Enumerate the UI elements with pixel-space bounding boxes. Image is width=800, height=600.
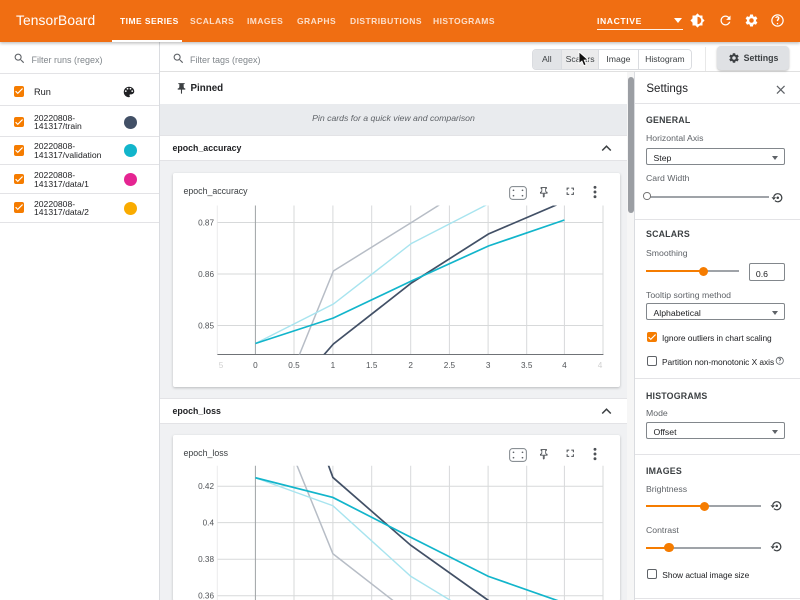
svg-text:2: 2 — [408, 361, 413, 370]
svg-text:3: 3 — [485, 361, 490, 370]
svg-text:2.5: 2.5 — [443, 361, 455, 370]
svg-text:5: 5 — [218, 361, 223, 370]
svg-text:0.4: 0.4 — [202, 518, 214, 527]
svg-text:1: 1 — [330, 361, 335, 370]
svg-text:0.87: 0.87 — [198, 218, 214, 227]
svg-text:3.5: 3.5 — [521, 361, 533, 370]
svg-text:0.85: 0.85 — [198, 321, 214, 330]
svg-text:0.42: 0.42 — [198, 482, 214, 491]
svg-text:0.36: 0.36 — [198, 591, 214, 600]
svg-text:0.38: 0.38 — [198, 555, 214, 564]
svg-text:0: 0 — [253, 361, 258, 370]
svg-text:4: 4 — [562, 361, 567, 370]
svg-text:1.5: 1.5 — [366, 361, 378, 370]
svg-text:4: 4 — [597, 361, 602, 370]
svg-text:0.5: 0.5 — [288, 361, 300, 370]
svg-text:0.86: 0.86 — [198, 269, 214, 278]
